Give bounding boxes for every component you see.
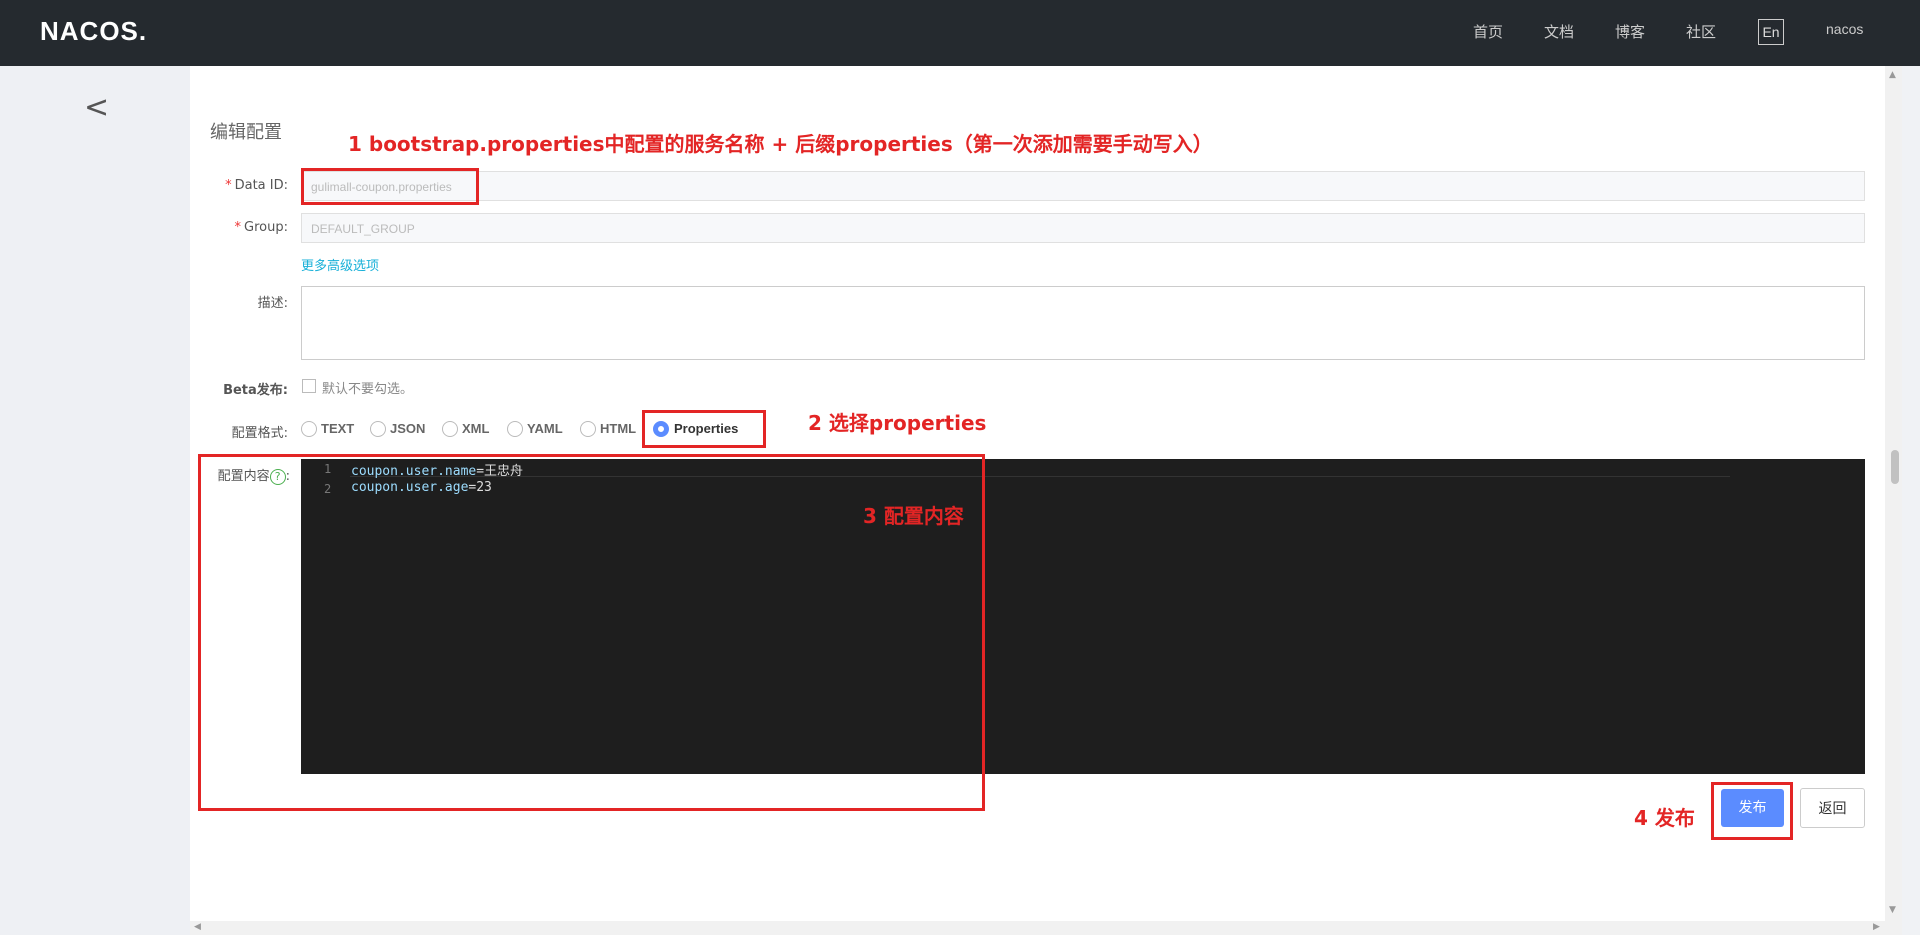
nav-blog[interactable]: 博客 [1615, 21, 1645, 42]
radio-html-label[interactable]: HTML [600, 421, 636, 436]
back-button[interactable]: 返回 [1800, 788, 1865, 828]
scroll-left-arrow-icon[interactable]: ◀ [194, 922, 201, 932]
description-textarea[interactable] [301, 286, 1865, 360]
scroll-down-arrow-icon[interactable]: ▼ [1889, 905, 1896, 915]
radio-html[interactable] [580, 421, 596, 437]
scroll-up-arrow-icon[interactable]: ▲ [1889, 70, 1896, 80]
annotation-box-publish [1711, 782, 1793, 840]
language-toggle[interactable]: En [1758, 19, 1784, 45]
radio-yaml-label[interactable]: YAML [527, 421, 563, 436]
data-id-label: * Data ID: [225, 178, 288, 193]
radio-json[interactable] [370, 421, 386, 437]
radio-text-label[interactable]: TEXT [321, 421, 354, 436]
radio-text[interactable] [301, 421, 317, 437]
radio-json-label[interactable]: JSON [390, 421, 425, 436]
group-input[interactable]: DEFAULT_GROUP [301, 213, 1865, 243]
radio-yaml[interactable] [507, 421, 523, 437]
nav-home[interactable]: 首页 [1473, 21, 1503, 42]
horizontal-scrollbar[interactable] [190, 921, 1885, 935]
scroll-right-arrow-icon[interactable]: ▶ [1873, 922, 1880, 932]
annotation-text-1: 1 bootstrap.properties中配置的服务名称 + 后缀prope… [348, 132, 1213, 156]
sidebar [0, 66, 190, 935]
annotation-text-4: 4 发布 [1634, 806, 1695, 830]
data-id-input[interactable]: gulimall-coupon.properties [301, 171, 1865, 201]
nacos-logo[interactable]: NACOS. [40, 16, 147, 47]
annotation-text-2: 2 选择properties [808, 411, 987, 435]
nav-community[interactable]: 社区 [1686, 21, 1716, 42]
radio-xml-label[interactable]: XML [462, 421, 489, 436]
nav-docs[interactable]: 文档 [1544, 21, 1574, 42]
annotation-box-data-id [301, 168, 479, 205]
top-navbar: NACOS. 首页 文档 博客 社区 En nacos [0, 0, 1920, 66]
beta-label: Beta发布: [223, 383, 288, 398]
annotation-box-format [642, 410, 766, 448]
beta-hint: 默认不要勾选。 [322, 382, 414, 397]
format-label: 配置格式: [231, 426, 288, 441]
group-label: * Group: [234, 220, 288, 235]
description-label: 描述: [257, 296, 288, 311]
annotation-text-3: 3 配置内容 [863, 504, 964, 528]
user-name[interactable]: nacos [1826, 21, 1863, 37]
radio-xml[interactable] [442, 421, 458, 437]
vertical-scrollbar[interactable] [1885, 66, 1902, 935]
back-chevron-icon[interactable]: < [84, 90, 109, 125]
vertical-scrollbar-thumb[interactable] [1891, 450, 1899, 484]
advanced-options-link[interactable]: 更多高级选项 [301, 255, 379, 274]
beta-checkbox[interactable] [302, 379, 316, 393]
page-title: 编辑配置 [210, 122, 282, 143]
